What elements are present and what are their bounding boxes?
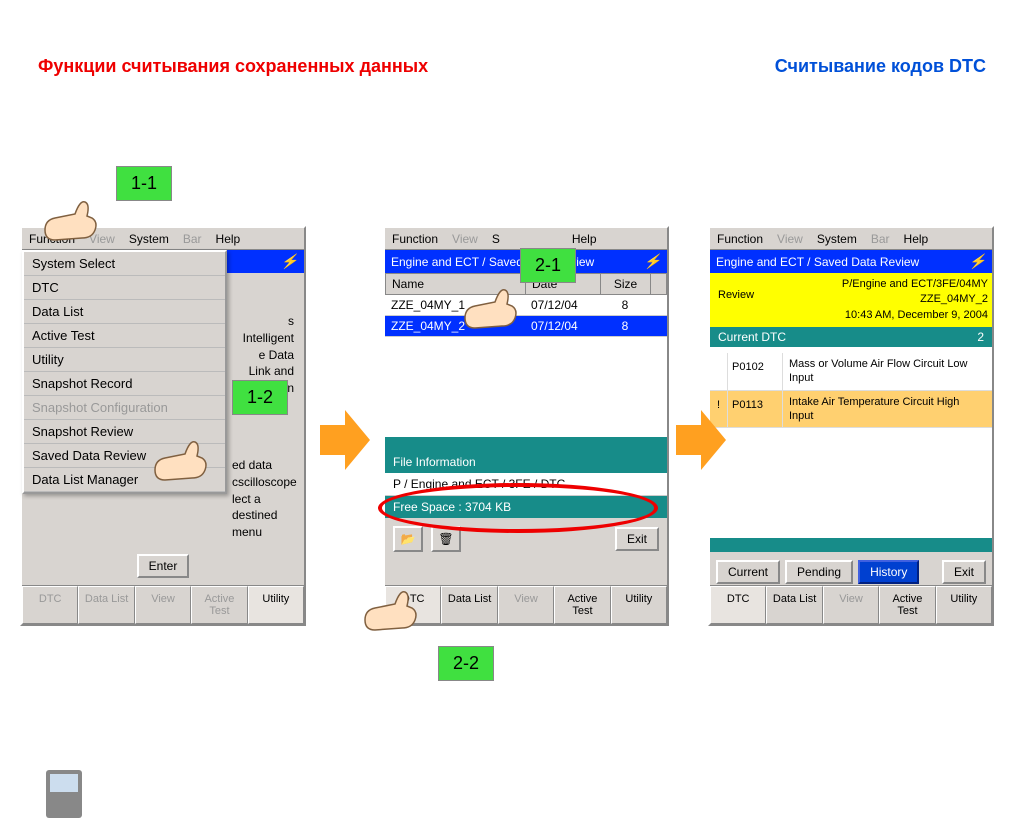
menu-system[interactable]: System (810, 230, 864, 248)
dtc-row-warning[interactable]: ! P0113 Intake Air Temperature Circuit H… (710, 391, 992, 429)
menubar: Function View System Bar Help (710, 228, 992, 250)
dtc-desc: Intake Air Temperature Circuit High Inpu… (783, 391, 992, 428)
col-size[interactable]: Size (601, 274, 651, 294)
review-line: 10:43 AM, December 9, 2004 (774, 308, 988, 323)
menu-help[interactable]: Help (897, 230, 936, 248)
step-label-1-1: 1-1 (116, 166, 172, 201)
dtc-row[interactable]: P0102 Mass or Volume Air Flow Circuit Lo… (710, 353, 992, 391)
review-line: P/Engine and ECT/3FE/04MY (774, 277, 988, 292)
page-title-left: Функции считывания сохраненных данных (38, 56, 428, 77)
panel-3: Function View System Bar Help Engine and… (708, 226, 994, 626)
menu-help[interactable]: Help (209, 230, 248, 248)
dropdown-item[interactable]: Snapshot Record (24, 372, 225, 396)
bottom-tabs: DTC Data List View Active Test Utility (22, 585, 304, 624)
enter-button[interactable]: Enter (137, 554, 190, 578)
tab-view[interactable]: View (823, 586, 879, 624)
tab-view[interactable]: View (135, 586, 191, 624)
exit-button[interactable]: Exit (942, 560, 986, 584)
dtc-code: P0102 (728, 353, 783, 390)
review-line: ZZE_04MY_2 (774, 292, 988, 307)
menu-view[interactable]: View (770, 230, 810, 248)
menu-bar[interactable]: Bar (176, 230, 209, 248)
pointing-hand-icon (460, 278, 530, 338)
teal-divider (385, 437, 667, 451)
step-label-2-2: 2-2 (438, 646, 494, 681)
bolt-icon: ⚡ (969, 253, 986, 270)
menu-help[interactable]: Help (565, 230, 604, 248)
tab-dtc[interactable]: DTC (710, 586, 766, 624)
empty-area (710, 428, 992, 538)
tab-utility[interactable]: Utility (611, 586, 667, 624)
menu-system[interactable]: S (485, 230, 507, 248)
tab-datalist[interactable]: Data List (78, 586, 134, 624)
file-info-path: P / Engine and ECT / 3FE / DTC (385, 473, 667, 496)
exit-button[interactable]: Exit (615, 527, 659, 551)
tab-utility[interactable]: Utility (248, 586, 304, 624)
delete-button[interactable]: 🗑 (431, 526, 461, 552)
arrow-icon (320, 410, 370, 475)
menubar: Function View S Help (385, 228, 667, 250)
history-button[interactable]: History (858, 560, 919, 584)
tab-activetest[interactable]: Active Test (554, 586, 610, 624)
menu-function[interactable]: Function (385, 230, 445, 248)
tab-utility[interactable]: Utility (936, 586, 992, 624)
tab-activetest[interactable]: Active Test (191, 586, 247, 624)
dropdown-item-disabled: Snapshot Configuration (24, 396, 225, 420)
page-title-right: Считывание кодов DTC (775, 56, 986, 77)
pointing-hand-icon (40, 190, 110, 250)
menu-function[interactable]: Function (710, 230, 770, 248)
tab-datalist[interactable]: Data List (441, 586, 497, 624)
free-space: Free Space : 3704 KB (385, 496, 667, 518)
dropdown-item[interactable]: Data List (24, 300, 225, 324)
dropdown-item[interactable]: Utility (24, 348, 225, 372)
review-info: Review P/Engine and ECT/3FE/04MY ZZE_04M… (710, 273, 992, 327)
titlebar: Engine and ECT / Saved Data Review⚡ (710, 250, 992, 273)
arrow-icon (676, 410, 726, 475)
pending-button[interactable]: Pending (785, 560, 853, 584)
panel-1: Function View System Bar Help ⚡ System S… (20, 226, 306, 626)
dtc-code: P0113 (728, 391, 783, 428)
review-label: Review (714, 277, 774, 323)
tab-activetest[interactable]: Active Test (879, 586, 935, 624)
device-icon (46, 770, 82, 818)
pointing-hand-icon (360, 580, 430, 640)
menu-bar[interactable]: Bar (864, 230, 897, 248)
bolt-icon: ⚡ (281, 253, 298, 270)
teal-divider (710, 538, 992, 552)
menu-view[interactable]: View (445, 230, 485, 248)
tab-view[interactable]: View (498, 586, 554, 624)
dropdown-item[interactable]: Active Test (24, 324, 225, 348)
current-button[interactable]: Current (716, 560, 780, 584)
bolt-icon: ⚡ (644, 253, 661, 270)
file-info-header: File Information (385, 451, 667, 473)
dropdown-item[interactable]: System Select (24, 252, 225, 276)
dtc-header: Current DTC2 (710, 327, 992, 347)
tab-datalist[interactable]: Data List (766, 586, 822, 624)
bottom-tabs: DTC Data List View Active Test Utility (710, 585, 992, 624)
dtc-desc: Mass or Volume Air Flow Circuit Low Inpu… (783, 353, 992, 390)
menu-system[interactable]: System (122, 230, 176, 248)
tab-dtc[interactable]: DTC (22, 586, 78, 624)
pointing-hand-icon (150, 430, 220, 490)
step-label-1-2: 1-2 (232, 380, 288, 415)
empty-rows (385, 337, 667, 437)
open-folder-button[interactable]: 📂 (393, 526, 423, 552)
dropdown-item[interactable]: DTC (24, 276, 225, 300)
